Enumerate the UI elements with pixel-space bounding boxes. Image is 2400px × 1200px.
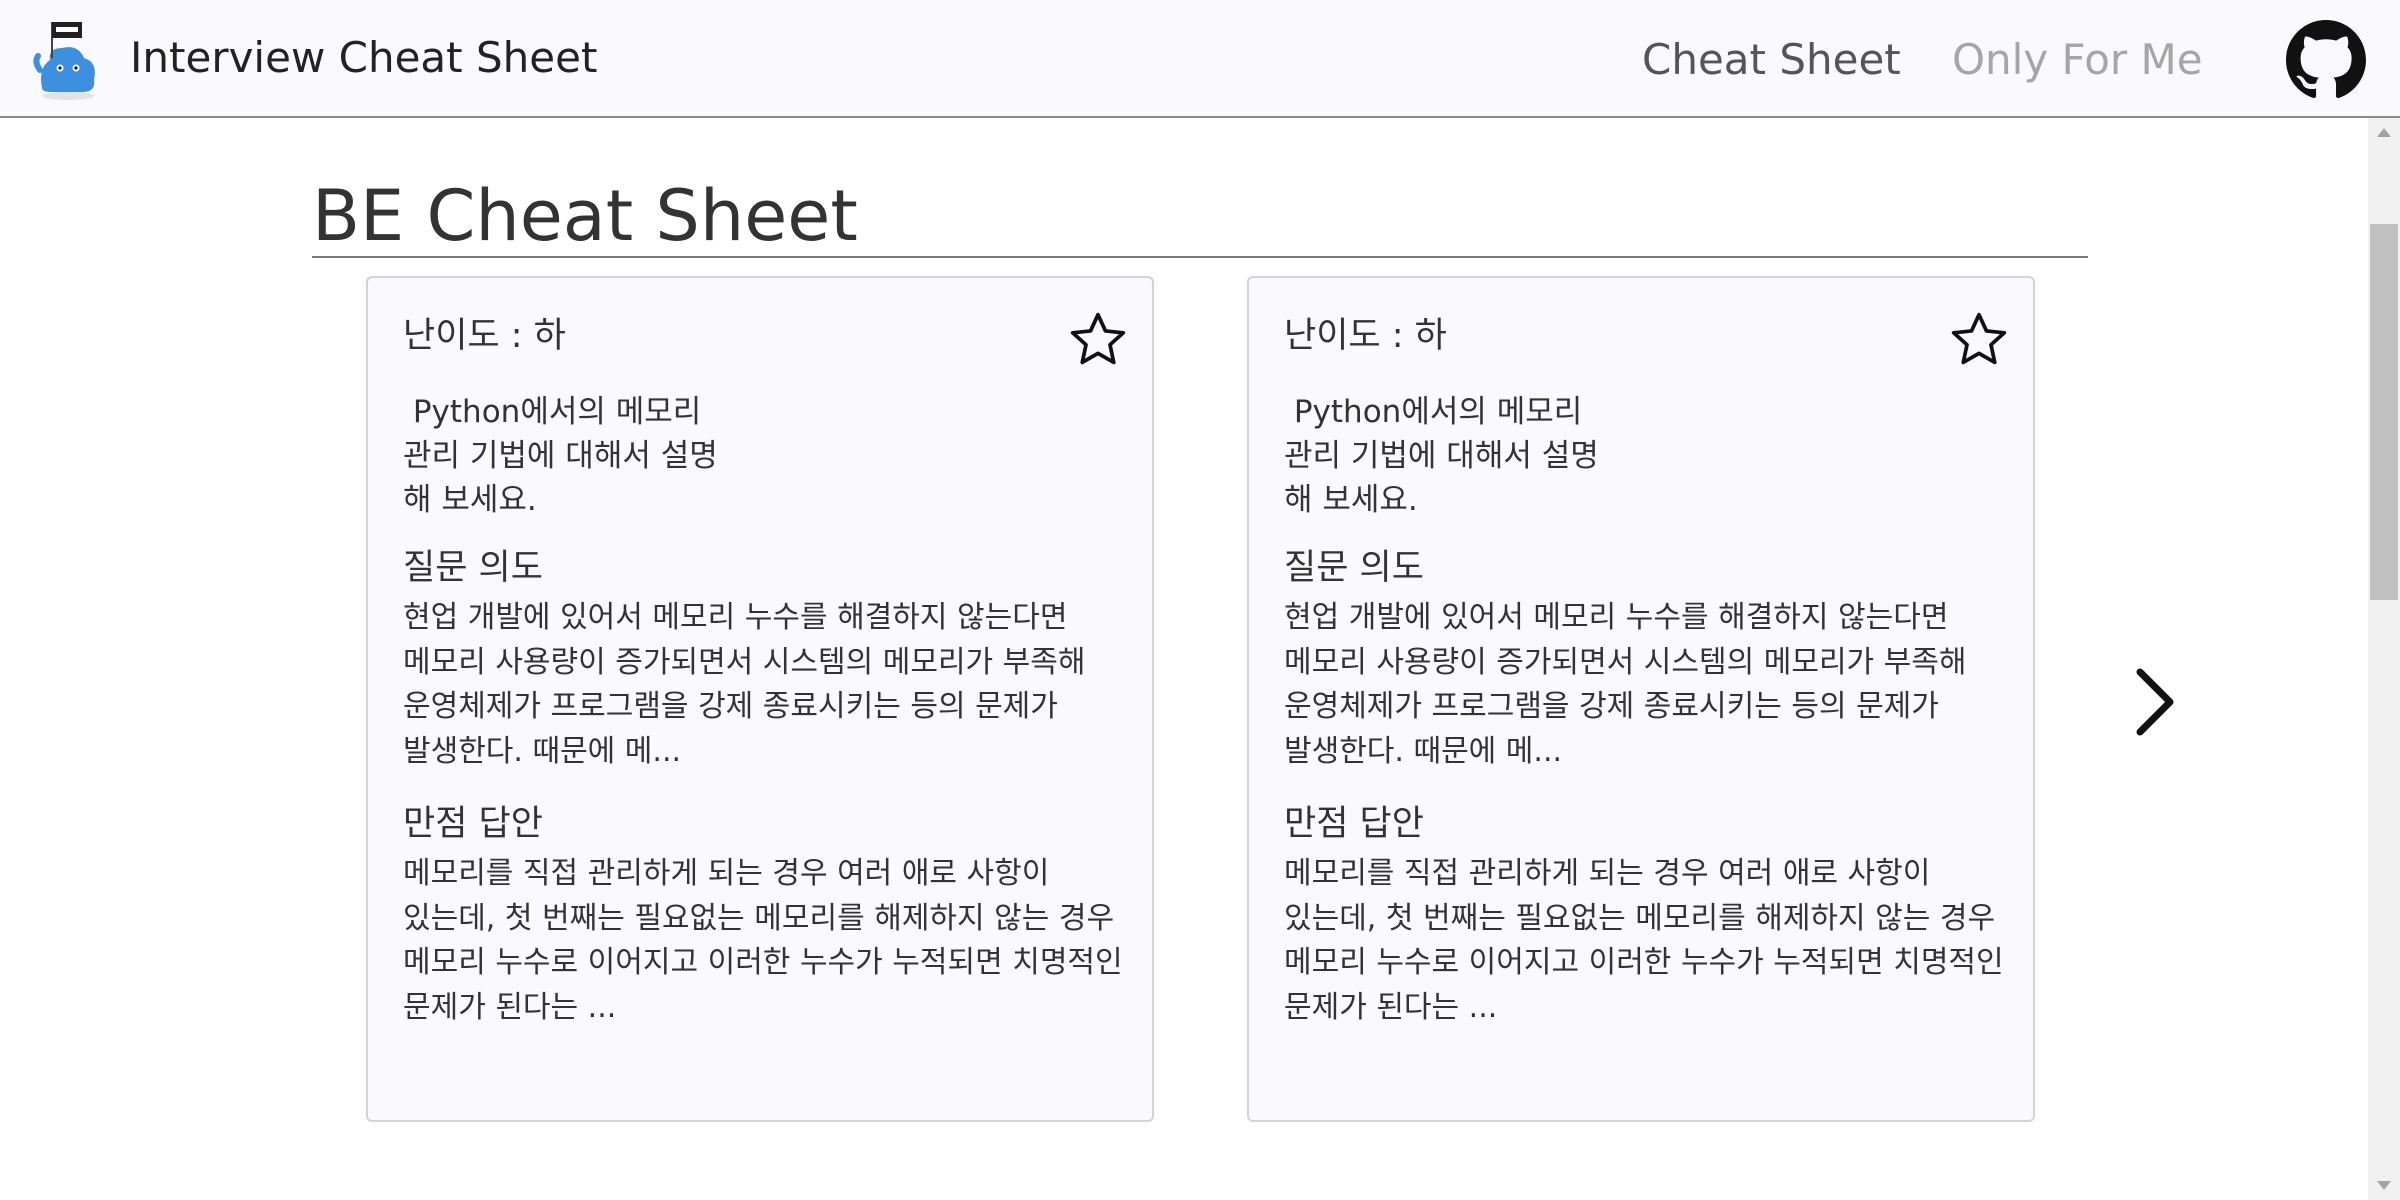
difficulty-label: 난이도 : 하 <box>403 316 566 356</box>
question-card[interactable]: 난이도 : 하 Python에서의 메모리 관리 기법에 대해서 설명 해 보세… <box>366 276 1154 1122</box>
star-outline-icon[interactable] <box>1947 308 2011 372</box>
intent-heading: 질문 의도 <box>1284 548 1424 588</box>
chevron-right-icon[interactable] <box>2130 666 2182 738</box>
question-text: Python에서의 메모리 관리 기법에 대해서 설명 해 보세요. <box>403 394 718 518</box>
answer-heading: 만점 답안 <box>1284 804 1424 844</box>
scrollbar-thumb[interactable] <box>2370 224 2398 600</box>
question-card[interactable]: 난이도 : 하 Python에서의 메모리 관리 기법에 대해서 설명 해 보세… <box>1247 276 2035 1122</box>
blue-mascot-logo-icon[interactable] <box>32 18 104 102</box>
intent-body: 현업 개발에 있어서 메모리 누수를 해결하지 않는다면 메모리 사용량이 증가… <box>403 600 1086 769</box>
scroll-down-arrow-icon[interactable] <box>2368 1170 2400 1200</box>
vertical-scrollbar[interactable] <box>2368 118 2400 1200</box>
intent-body: 현업 개발에 있어서 메모리 누수를 해결하지 않는다면 메모리 사용량이 증가… <box>1284 600 1967 769</box>
scroll-up-arrow-icon[interactable] <box>2368 118 2400 148</box>
github-icon[interactable] <box>2286 20 2366 100</box>
star-outline-icon[interactable] <box>1066 308 1130 372</box>
intent-heading: 질문 의도 <box>403 548 543 588</box>
answer-body: 메모리를 직접 관리하게 되는 경우 여러 애로 사항이 있는데, 첫 번째는 … <box>403 856 1123 1025</box>
main-content: BE Cheat Sheet 난이도 : 하 Python에서의 메모리 관리 … <box>0 118 2368 1200</box>
nav-only-for-me[interactable]: Only For Me <box>1952 34 2203 86</box>
difficulty-label: 난이도 : 하 <box>1284 316 1447 356</box>
question-text: Python에서의 메모리 관리 기법에 대해서 설명 해 보세요. <box>1284 394 1599 518</box>
top-navigation-bar: Interview Cheat Sheet Cheat Sheet Only F… <box>0 0 2400 118</box>
nav-cheat-sheet[interactable]: Cheat Sheet <box>1642 34 1901 86</box>
title-divider <box>312 256 2088 258</box>
page-title: BE Cheat Sheet <box>312 175 858 257</box>
app-title[interactable]: Interview Cheat Sheet <box>130 32 597 84</box>
answer-body: 메모리를 직접 관리하게 되는 경우 여러 애로 사항이 있는데, 첫 번째는 … <box>1284 856 2004 1025</box>
answer-heading: 만점 답안 <box>403 804 543 844</box>
